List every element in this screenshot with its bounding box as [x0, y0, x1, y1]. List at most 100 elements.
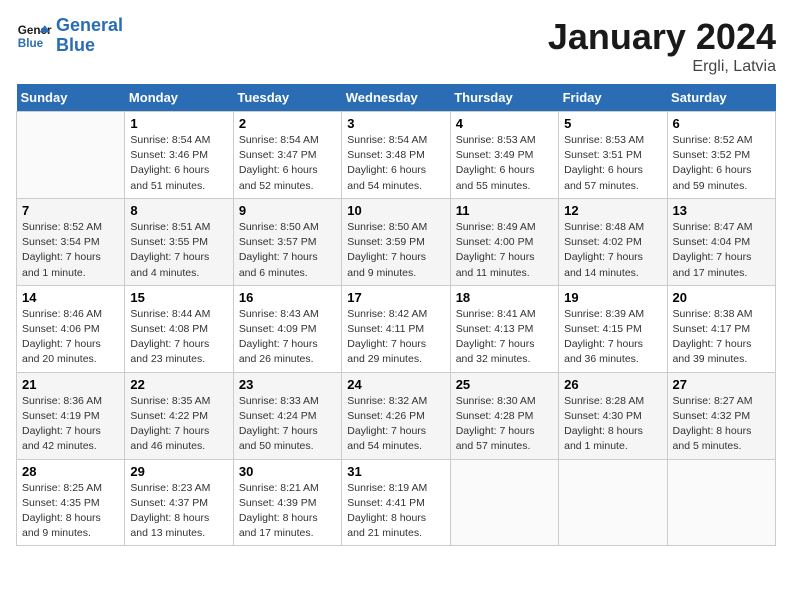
day-number: 9: [239, 203, 336, 218]
day-info: Sunrise: 8:19 AM Sunset: 4:41 PM Dayligh…: [347, 481, 444, 542]
col-tuesday: Tuesday: [233, 84, 341, 112]
calendar-cell: 12 Sunrise: 8:48 AM Sunset: 4:02 PM Dayli…: [559, 198, 667, 285]
col-thursday: Thursday: [450, 84, 558, 112]
day-info: Sunrise: 8:47 AM Sunset: 4:04 PM Dayligh…: [673, 220, 770, 281]
calendar-title: January 2024: [548, 16, 776, 58]
day-info: Sunrise: 8:50 AM Sunset: 3:59 PM Dayligh…: [347, 220, 444, 281]
day-number: 18: [456, 290, 553, 305]
day-info: Sunrise: 8:48 AM Sunset: 4:02 PM Dayligh…: [564, 220, 661, 281]
day-info: Sunrise: 8:54 AM Sunset: 3:46 PM Dayligh…: [130, 133, 227, 194]
day-info: Sunrise: 8:36 AM Sunset: 4:19 PM Dayligh…: [22, 394, 119, 455]
calendar-cell: 8Sunrise: 8:51 AM Sunset: 3:55 PM Daylig…: [125, 198, 233, 285]
day-number: 6: [673, 116, 770, 131]
calendar-cell: [450, 459, 558, 546]
calendar-cell: 22 Sunrise: 8:35 AM Sunset: 4:22 PM Dayli…: [125, 372, 233, 459]
day-info: Sunrise: 8:42 AM Sunset: 4:11 PM Dayligh…: [347, 307, 444, 368]
calendar-cell: 18 Sunrise: 8:41 AM Sunset: 4:13 PM Dayli…: [450, 285, 558, 372]
day-number: 10: [347, 203, 444, 218]
day-number: 4: [456, 116, 553, 131]
day-number: 3: [347, 116, 444, 131]
col-monday: Monday: [125, 84, 233, 112]
day-number: 19: [564, 290, 661, 305]
day-info: Sunrise: 8:44 AM Sunset: 4:08 PM Dayligh…: [130, 307, 227, 368]
calendar-cell: 30 Sunrise: 8:21 AM Sunset: 4:39 PM Dayli…: [233, 459, 341, 546]
day-number: 16: [239, 290, 336, 305]
day-number: 14: [22, 290, 119, 305]
logo-icon: General Blue: [16, 18, 52, 54]
calendar-cell: 9Sunrise: 8:50 AM Sunset: 3:57 PM Daylig…: [233, 198, 341, 285]
day-number: 23: [239, 377, 336, 392]
calendar-cell: [667, 459, 775, 546]
calendar-cell: 2 Sunrise: 8:54 AM Sunset: 3:47 PM Daylig…: [233, 112, 341, 199]
day-info: Sunrise: 8:21 AM Sunset: 4:39 PM Dayligh…: [239, 481, 336, 542]
day-number: 20: [673, 290, 770, 305]
day-info: Sunrise: 8:30 AM Sunset: 4:28 PM Dayligh…: [456, 394, 553, 455]
logo: General Blue GeneralBlue: [16, 16, 123, 56]
day-number: 13: [673, 203, 770, 218]
calendar-cell: 13 Sunrise: 8:47 AM Sunset: 4:04 PM Dayli…: [667, 198, 775, 285]
day-number: 2: [239, 116, 336, 131]
calendar-cell: 3 Sunrise: 8:54 AM Sunset: 3:48 PM Daylig…: [342, 112, 450, 199]
day-info: Sunrise: 8:25 AM Sunset: 4:35 PM Dayligh…: [22, 481, 119, 542]
calendar-cell: 5Sunrise: 8:53 AM Sunset: 3:51 PM Daylig…: [559, 112, 667, 199]
calendar-cell: 10 Sunrise: 8:50 AM Sunset: 3:59 PM Dayli…: [342, 198, 450, 285]
calendar-cell: 27Sunrise: 8:27 AM Sunset: 4:32 PM Dayli…: [667, 372, 775, 459]
calendar-cell: [17, 112, 125, 199]
day-info: Sunrise: 8:52 AM Sunset: 3:52 PM Dayligh…: [673, 133, 770, 194]
day-info: Sunrise: 8:23 AM Sunset: 4:37 PM Dayligh…: [130, 481, 227, 542]
day-number: 31: [347, 464, 444, 479]
calendar-cell: 25 Sunrise: 8:30 AM Sunset: 4:28 PM Dayli…: [450, 372, 558, 459]
col-friday: Friday: [559, 84, 667, 112]
day-info: Sunrise: 8:38 AM Sunset: 4:17 PM Dayligh…: [673, 307, 770, 368]
day-number: 30: [239, 464, 336, 479]
col-wednesday: Wednesday: [342, 84, 450, 112]
calendar-cell: 14 Sunrise: 8:46 AM Sunset: 4:06 PM Dayli…: [17, 285, 125, 372]
calendar-cell: 21 Sunrise: 8:36 AM Sunset: 4:19 PM Dayli…: [17, 372, 125, 459]
day-number: 24: [347, 377, 444, 392]
calendar-week-2: 7 Sunrise: 8:52 AM Sunset: 3:54 PM Daylig…: [17, 198, 776, 285]
calendar-cell: 16 Sunrise: 8:43 AM Sunset: 4:09 PM Dayli…: [233, 285, 341, 372]
calendar-cell: 29Sunrise: 8:23 AM Sunset: 4:37 PM Dayli…: [125, 459, 233, 546]
day-info: Sunrise: 8:39 AM Sunset: 4:15 PM Dayligh…: [564, 307, 661, 368]
day-info: Sunrise: 8:51 AM Sunset: 3:55 PM Dayligh…: [130, 220, 227, 281]
logo-text: GeneralBlue: [56, 16, 123, 56]
day-number: 15: [130, 290, 227, 305]
day-info: Sunrise: 8:53 AM Sunset: 3:49 PM Dayligh…: [456, 133, 553, 194]
calendar-cell: 26Sunrise: 8:28 AM Sunset: 4:30 PM Dayli…: [559, 372, 667, 459]
day-number: 22: [130, 377, 227, 392]
calendar-cell: 1 Sunrise: 8:54 AM Sunset: 3:46 PM Daylig…: [125, 112, 233, 199]
col-sunday: Sunday: [17, 84, 125, 112]
calendar-cell: 31 Sunrise: 8:19 AM Sunset: 4:41 PM Dayli…: [342, 459, 450, 546]
day-number: 25: [456, 377, 553, 392]
day-info: Sunrise: 8:41 AM Sunset: 4:13 PM Dayligh…: [456, 307, 553, 368]
calendar-week-1: 1 Sunrise: 8:54 AM Sunset: 3:46 PM Daylig…: [17, 112, 776, 199]
day-number: 17: [347, 290, 444, 305]
header-row: Sunday Monday Tuesday Wednesday Thursday…: [17, 84, 776, 112]
page-header: General Blue GeneralBlue January 2024 Er…: [16, 16, 776, 76]
calendar-week-4: 21 Sunrise: 8:36 AM Sunset: 4:19 PM Dayli…: [17, 372, 776, 459]
day-number: 11: [456, 203, 553, 218]
day-number: 7: [22, 203, 119, 218]
day-number: 21: [22, 377, 119, 392]
calendar-cell: 7 Sunrise: 8:52 AM Sunset: 3:54 PM Daylig…: [17, 198, 125, 285]
title-area: January 2024 Ergli, Latvia: [548, 16, 776, 76]
calendar-week-5: 28 Sunrise: 8:25 AM Sunset: 4:35 PM Dayli…: [17, 459, 776, 546]
col-saturday: Saturday: [667, 84, 775, 112]
day-number: 12: [564, 203, 661, 218]
day-info: Sunrise: 8:52 AM Sunset: 3:54 PM Dayligh…: [22, 220, 119, 281]
calendar-table: Sunday Monday Tuesday Wednesday Thursday…: [16, 84, 776, 546]
calendar-cell: 28 Sunrise: 8:25 AM Sunset: 4:35 PM Dayli…: [17, 459, 125, 546]
day-info: Sunrise: 8:54 AM Sunset: 3:47 PM Dayligh…: [239, 133, 336, 194]
calendar-cell: 24Sunrise: 8:32 AM Sunset: 4:26 PM Dayli…: [342, 372, 450, 459]
day-number: 1: [130, 116, 227, 131]
day-info: Sunrise: 8:27 AM Sunset: 4:32 PM Dayligh…: [673, 394, 770, 455]
day-info: Sunrise: 8:46 AM Sunset: 4:06 PM Dayligh…: [22, 307, 119, 368]
day-info: Sunrise: 8:35 AM Sunset: 4:22 PM Dayligh…: [130, 394, 227, 455]
day-number: 5: [564, 116, 661, 131]
day-info: Sunrise: 8:43 AM Sunset: 4:09 PM Dayligh…: [239, 307, 336, 368]
day-info: Sunrise: 8:49 AM Sunset: 4:00 PM Dayligh…: [456, 220, 553, 281]
calendar-cell: [559, 459, 667, 546]
day-info: Sunrise: 8:54 AM Sunset: 3:48 PM Dayligh…: [347, 133, 444, 194]
day-number: 28: [22, 464, 119, 479]
day-info: Sunrise: 8:33 AM Sunset: 4:24 PM Dayligh…: [239, 394, 336, 455]
